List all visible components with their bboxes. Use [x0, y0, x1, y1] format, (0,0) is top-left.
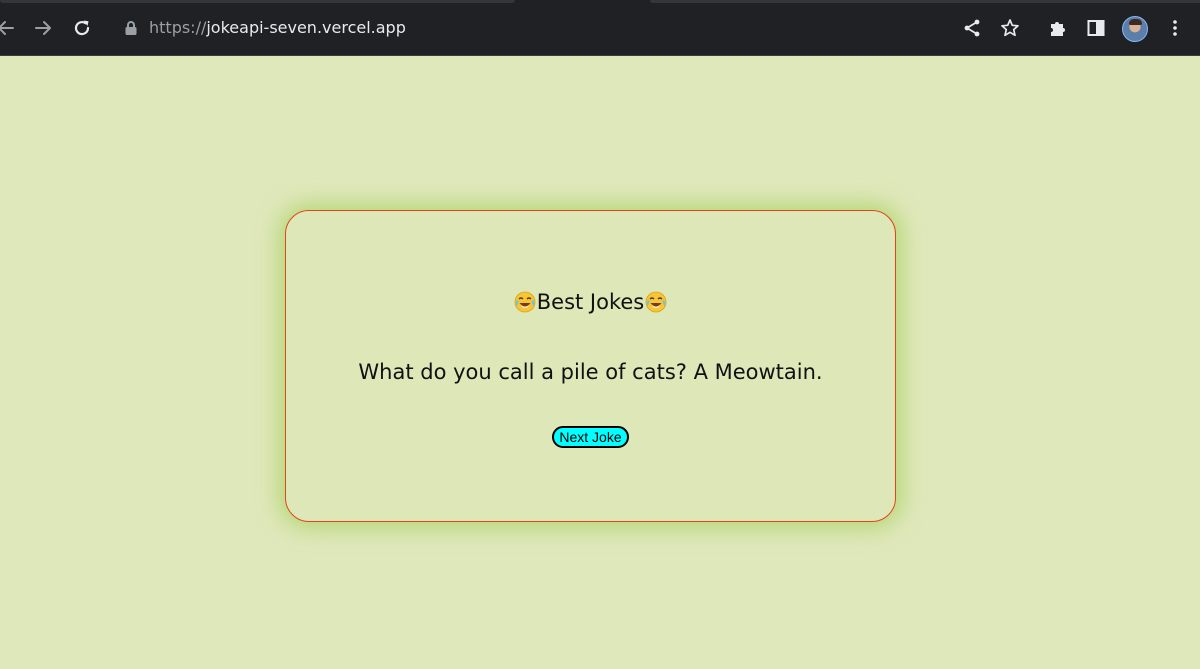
next-joke-button[interactable]: Next Joke	[552, 426, 629, 448]
arrow-right-icon	[35, 21, 51, 35]
face-with-tears-of-joy-icon	[645, 291, 667, 313]
reload-icon	[74, 20, 90, 36]
url-host: jokeapi-seven.vercel.app	[206, 18, 406, 37]
reload-button[interactable]	[68, 14, 96, 42]
share-button[interactable]	[960, 16, 984, 40]
tab-edge[interactable]	[650, 0, 1200, 3]
card-title-text: Best Jokes	[536, 290, 645, 314]
back-button[interactable]	[0, 14, 20, 42]
lock-icon	[125, 21, 137, 35]
browser-toolbar: https://jokeapi-seven.vercel.app	[0, 0, 1200, 56]
extensions-button[interactable]	[1046, 16, 1070, 40]
star-icon	[1001, 19, 1019, 37]
kebab-menu-icon	[1173, 20, 1177, 36]
side-panel-button[interactable]	[1084, 16, 1108, 40]
side-panel-icon	[1087, 20, 1105, 36]
share-icon	[964, 19, 980, 37]
joke-text: What do you call a pile of cats? A Meowt…	[358, 360, 823, 384]
card-title: Best Jokes	[286, 289, 895, 315]
face-with-tears-of-joy-icon	[514, 291, 536, 313]
url-scheme: https://	[149, 18, 207, 37]
joke-card: Best Jokes What do you call a pile of ca…	[285, 210, 896, 522]
menu-button[interactable]	[1163, 16, 1187, 40]
bookmark-button[interactable]	[998, 16, 1022, 40]
page-viewport: Best Jokes What do you call a pile of ca…	[0, 56, 1200, 669]
tab-edge[interactable]	[0, 0, 515, 3]
profile-avatar[interactable]	[1122, 16, 1148, 42]
forward-button[interactable]	[29, 14, 57, 42]
puzzle-icon	[1051, 22, 1065, 36]
arrow-left-icon	[0, 21, 14, 35]
url-text[interactable]: https://jokeapi-seven.vercel.app	[149, 18, 406, 38]
